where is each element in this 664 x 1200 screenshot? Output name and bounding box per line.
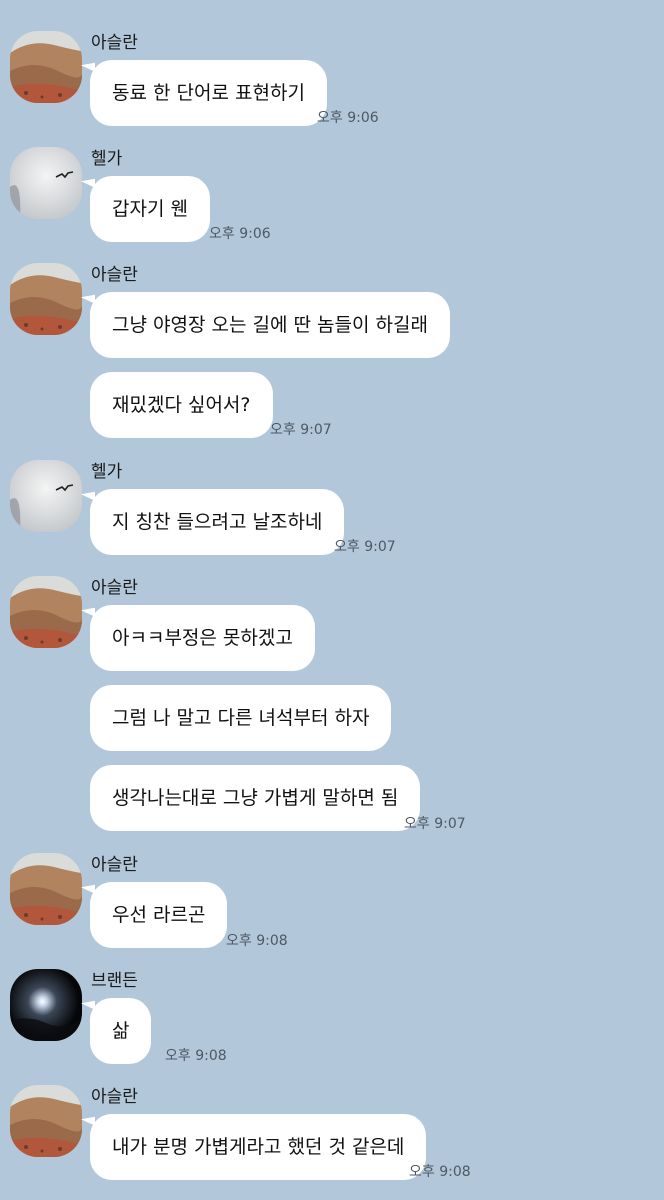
desert-avatar[interactable] [10, 1085, 82, 1157]
sender-name: 아슬란 [91, 265, 138, 285]
night-moon-avatar-image [10, 969, 82, 1041]
message-bubble[interactable]: 그냥 야영장 오는 길에 딴 놈들이 하길래 [90, 292, 450, 358]
message-time: 오후 9:06 [209, 226, 271, 242]
message-bubble[interactable]: 갑자기 웬 [90, 176, 210, 242]
desert-avatar-image [10, 853, 82, 925]
desert-avatar-image [10, 31, 82, 103]
sky-bird-avatar[interactable] [10, 460, 82, 532]
message-bubble[interactable]: 재밌겠다 싶어서? [90, 372, 273, 438]
sky-bird-avatar-image [10, 460, 82, 532]
night-moon-avatar[interactable] [10, 969, 82, 1041]
desert-avatar-image [10, 1085, 82, 1157]
message-bubble[interactable]: 우선 라르곤 [90, 882, 228, 948]
sender-name: 아슬란 [91, 578, 138, 598]
sender-name: 헬가 [91, 149, 123, 169]
message-bubble[interactable]: 그럼 나 말고 다른 녀석부터 하자 [90, 685, 392, 751]
message-time: 오후 9:08 [226, 933, 288, 949]
sender-name: 브랜든 [91, 971, 138, 991]
message-time: 오후 9:07 [404, 816, 466, 832]
message-time: 오후 9:08 [409, 1164, 471, 1180]
sky-bird-avatar-image [10, 147, 82, 219]
sender-name: 헬가 [91, 462, 123, 482]
sender-name: 아슬란 [91, 1087, 138, 1107]
message-bubble[interactable]: 삶 [90, 998, 152, 1064]
desert-avatar[interactable] [10, 263, 82, 335]
desert-avatar[interactable] [10, 576, 82, 648]
message-time: 오후 9:06 [317, 110, 379, 126]
message-time: 오후 9:08 [165, 1048, 227, 1064]
message-time: 오후 9:07 [270, 422, 332, 438]
desert-avatar[interactable] [10, 31, 82, 103]
message-bubble[interactable]: 지 칭찬 들으려고 날조하네 [90, 489, 345, 555]
sender-name: 아슬란 [91, 855, 138, 875]
desert-avatar[interactable] [10, 853, 82, 925]
chat-room: 아슬란 동료 한 단어로 표현하기 오후 9:06 헬가 갑자기 웬 오후 9:… [0, 0, 664, 1200]
sky-bird-avatar[interactable] [10, 147, 82, 219]
message-bubble[interactable]: 동료 한 단어로 표현하기 [90, 60, 327, 126]
message-bubble[interactable]: 생각나는대로 그냥 가볍게 말하면 됨 [90, 765, 421, 831]
desert-avatar-image [10, 263, 82, 335]
desert-avatar-image [10, 576, 82, 648]
sender-name: 아슬란 [91, 33, 138, 53]
message-bubble[interactable]: 아ㅋㅋ부정은 못하겠고 [90, 605, 315, 671]
message-time: 오후 9:07 [334, 539, 396, 555]
message-bubble[interactable]: 내가 분명 가볍게라고 했던 것 같은데 [90, 1114, 427, 1180]
